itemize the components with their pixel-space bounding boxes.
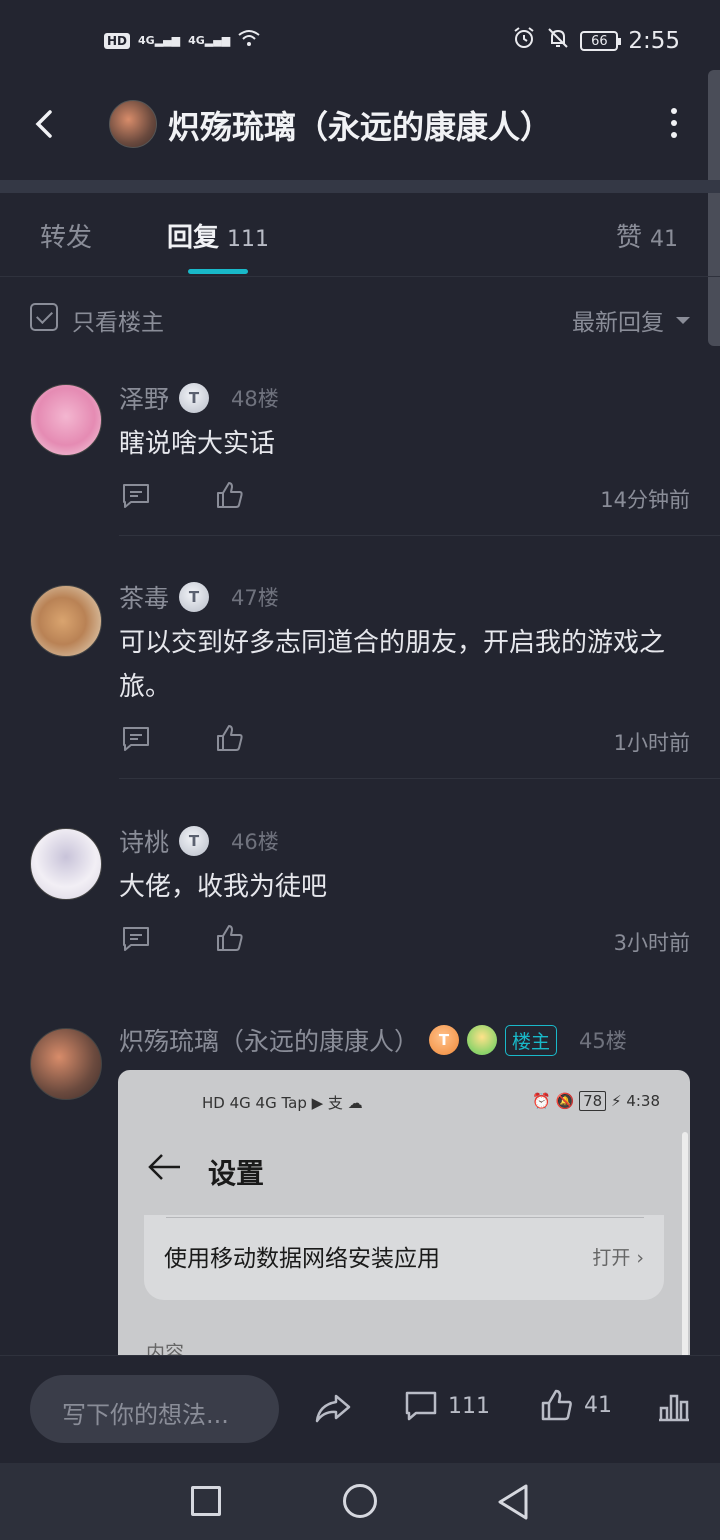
- share-icon[interactable]: [314, 1393, 352, 1429]
- fan-badge-icon: [467, 1025, 498, 1055]
- signal-icon: 4G▂▄▆: [188, 34, 231, 47]
- embedded-status-icons: HD 4G 4G Tap ▶ 支 ☁: [202, 1094, 363, 1112]
- avatar[interactable]: [30, 384, 102, 456]
- comment-time: 1小时前: [613, 731, 690, 755]
- floor-number: 48楼: [231, 387, 279, 411]
- thumbs-up-icon: [541, 1389, 572, 1421]
- stats-icon[interactable]: [657, 1392, 691, 1426]
- comment-count-button[interactable]: 111: [404, 1390, 490, 1422]
- like-count-button[interactable]: 41: [540, 1388, 612, 1422]
- thumbs-up-icon[interactable]: [215, 923, 245, 957]
- floor-number: 47楼: [231, 586, 279, 610]
- level-badge-icon: T: [429, 1025, 460, 1055]
- active-tab-indicator: [188, 269, 248, 274]
- system-back-button[interactable]: [496, 1483, 530, 1525]
- comment-text: 可以交到好多志同道合的朋友，开启我的游戏之旅。: [119, 628, 666, 702]
- battery-icon: 66: [580, 31, 622, 51]
- comment-time: 14分钟前: [600, 488, 690, 512]
- author-avatar[interactable]: [109, 100, 157, 148]
- network-indicators: HD 4G▂▄▆ 4G▂▄▆: [104, 28, 260, 53]
- home-button[interactable]: [343, 1484, 377, 1518]
- avatar[interactable]: [30, 585, 102, 657]
- reply-icon[interactable]: [121, 925, 151, 957]
- floor-number: 46楼: [231, 830, 279, 854]
- comment-item: 泽野 T 48楼 瞎说啥大实话 14分钟前: [0, 378, 720, 538]
- top-nav-bar: 炽殇琉璃（永远的康康人）: [0, 82, 720, 182]
- embedded-status-right: ⏰ 🔕 78 ⚡ 4:38: [532, 1091, 660, 1111]
- back-button[interactable]: [26, 104, 66, 144]
- signal-icon: 4G▂▄▆: [138, 34, 181, 47]
- mute-bell-icon: [546, 26, 570, 56]
- recents-button[interactable]: [191, 1486, 221, 1516]
- comment-icon: [405, 1391, 437, 1421]
- only-op-label[interactable]: 只看楼主: [72, 303, 164, 337]
- thumbs-up-icon[interactable]: [215, 480, 245, 514]
- tab-bar: 转发 回复 111 赞 41: [0, 193, 720, 277]
- tab-replies[interactable]: 回复 111: [167, 217, 269, 254]
- status-bar: HD 4G▂▄▆ 4G▂▄▆ 66 2:55: [0, 0, 720, 82]
- op-tag: 楼主: [505, 1024, 558, 1056]
- thumbs-up-icon[interactable]: [215, 723, 245, 757]
- alarm-icon: [512, 26, 536, 56]
- wifi-icon: [238, 28, 260, 53]
- embedded-row-label: 使用移动数据网络安装应用: [164, 1246, 440, 1272]
- embedded-settings-row: 使用移动数据网络安装应用 打开 ›: [144, 1215, 664, 1300]
- caret-down-icon: [676, 316, 690, 324]
- more-menu-button[interactable]: [668, 108, 680, 142]
- comment-author[interactable]: 泽野: [119, 380, 169, 416]
- filter-row: 只看楼主 最新回复: [0, 277, 720, 357]
- comment-input-placeholder: 写下你的想法...: [62, 1401, 229, 1429]
- avatar[interactable]: [30, 1028, 102, 1100]
- hd-icon: HD: [104, 32, 131, 49]
- arrow-left-icon: [146, 1152, 182, 1186]
- section-divider: [0, 180, 720, 193]
- chevron-left-icon: [35, 110, 52, 138]
- floor-number: 45楼: [579, 1029, 627, 1053]
- embedded-row-value: 打开 ›: [592, 1247, 644, 1269]
- level-badge-icon: T: [179, 826, 210, 856]
- page-title: 炽殇琉璃（永远的康康人）: [168, 108, 553, 146]
- comment-item: 诗桃 T 46楼 大佬，收我为徒吧 3小时前: [0, 821, 720, 981]
- divider: [119, 535, 720, 536]
- comment-author[interactable]: 茶毒: [119, 579, 169, 615]
- divider: [119, 778, 720, 779]
- comment-text: 大佬，收我为徒吧: [119, 872, 328, 902]
- only-op-checkbox[interactable]: [30, 303, 58, 331]
- comment-author[interactable]: 炽殇琉璃（永远的康康人）: [119, 1022, 419, 1058]
- comment-input[interactable]: 写下你的想法...: [30, 1375, 279, 1443]
- level-badge-icon: T: [179, 383, 210, 413]
- avatar[interactable]: [30, 828, 102, 900]
- bottom-action-bar: 写下你的想法... 111 41: [0, 1355, 720, 1463]
- comment-time: 3小时前: [613, 931, 690, 955]
- clock: 2:55: [628, 28, 680, 54]
- attached-screenshot-image[interactable]: HD 4G 4G Tap ▶ 支 ☁ ⏰ 🔕 78 ⚡ 4:38 设置 使用移动…: [118, 1070, 690, 1360]
- level-badge-icon: T: [179, 582, 210, 612]
- tab-repost[interactable]: 转发: [40, 217, 92, 254]
- comment-item: 茶毒 T 47楼 可以交到好多志同道合的朋友，开启我的游戏之旅。 1小时前: [0, 577, 720, 781]
- reply-icon[interactable]: [121, 482, 151, 514]
- system-nav-bar: [0, 1463, 720, 1540]
- sort-dropdown[interactable]: 最新回复: [572, 303, 690, 337]
- embedded-scrollbar: [682, 1132, 688, 1360]
- comment-text: 瞎说啥大实话: [119, 429, 276, 459]
- comment-author[interactable]: 诗桃: [119, 823, 169, 859]
- reply-icon[interactable]: [121, 725, 151, 757]
- tab-likes[interactable]: 赞 41: [616, 217, 678, 254]
- embedded-title: 设置: [208, 1157, 265, 1190]
